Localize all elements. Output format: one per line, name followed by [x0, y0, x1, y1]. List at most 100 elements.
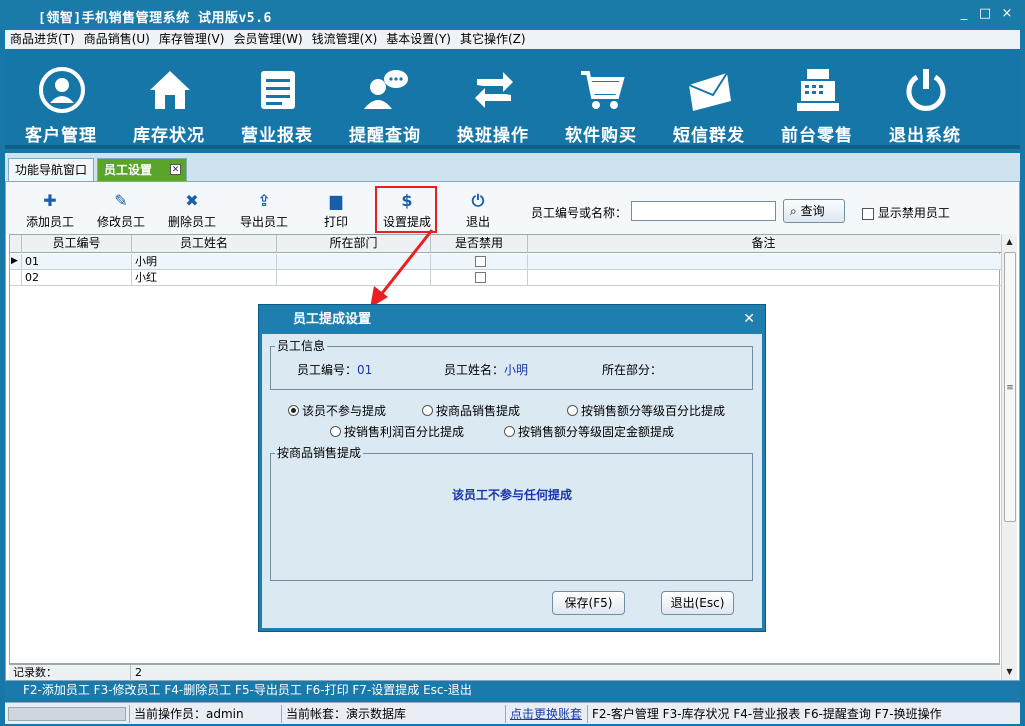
business-report-button[interactable]: 营业报表	[223, 49, 331, 149]
commission-dialog: 员工提成设置 ✕ 员工信息 员工编号：01 员工姓名：小明 所在部分： 该员不参…	[258, 304, 766, 632]
show-disabled-checkbox[interactable]: 显示禁用员工	[862, 204, 950, 221]
employee-toolbar: ✚ 添加员工 ✎ 修改员工 ✖ 删除员工 ⇪ 导出员工 ▆ 打印 $ 设置提成 …	[6, 182, 1019, 234]
no-commission-message: 该员工不参与任何提成	[451, 488, 572, 502]
tab-close-icon[interactable]: ✕	[170, 164, 181, 175]
add-employee-button[interactable]: ✚ 添加员工	[24, 192, 76, 230]
scroll-up-icon[interactable]: ▲	[1002, 234, 1017, 249]
power-icon: ⏻	[471, 191, 485, 210]
customer-manage-button[interactable]: 客户管理	[7, 49, 115, 149]
radio-by-product[interactable]: 按商品销售提成	[422, 402, 520, 419]
col-disabled[interactable]: 是否禁用	[431, 235, 528, 253]
window-title: [领智]手机销售管理系统 试用版v5.6	[38, 11, 272, 26]
commission-detail-legend: 按商品销售提成	[275, 446, 364, 460]
row-pointer-icon: ▶	[10, 254, 22, 270]
report-icon	[261, 71, 295, 109]
upload-icon: ⇪	[257, 191, 271, 210]
shift-change-button[interactable]: 换班操作	[439, 49, 547, 149]
department-label: 所在部分：	[602, 363, 663, 377]
scroll-down-icon[interactable]: ▼	[1002, 664, 1017, 679]
employee-id-label: 员工编号：	[297, 363, 358, 377]
radio-by-sales-tier-percent[interactable]: 按销售额分等级百分比提成	[567, 402, 725, 419]
shortcut-hint-bar: F2-添加员工 F3-修改员工 F4-删除员工 F5-导出员工 F6-打印 F7…	[5, 681, 1020, 700]
reminder-query-button[interactable]: 提醒查询	[331, 49, 439, 149]
employee-info-legend: 员工信息	[275, 339, 328, 353]
close-button[interactable]: ×	[998, 5, 1016, 23]
col-employee-name[interactable]: 员工姓名	[132, 235, 277, 253]
menu-settings[interactable]: 基本设置(Y)	[381, 30, 455, 49]
checkbox[interactable]	[862, 207, 874, 220]
cancel-button[interactable]: 退出(Esc)	[661, 591, 734, 615]
menu-sales[interactable]: 商品销售(U)	[79, 30, 154, 49]
maximize-button[interactable]: □	[976, 5, 994, 23]
table-header: 员工编号 员工姓名 所在部门 是否禁用 备注	[10, 235, 1001, 253]
print-icon: ▆	[329, 191, 343, 210]
search-label: 员工编号或名称：	[531, 206, 628, 220]
disabled-checkbox[interactable]	[475, 272, 486, 283]
search-button[interactable]: ⌕ 查询	[783, 199, 845, 223]
menu-bar: 商品进货(T) 商品销售(U) 库存管理(V) 会员管理(W) 钱流管理(X) 基本设置(…	[5, 30, 1020, 49]
employee-name-label: 员工姓名：	[444, 363, 505, 377]
menu-member[interactable]: 会员管理(W)	[228, 30, 306, 49]
record-count-value: 2	[135, 666, 142, 679]
chat-user-icon	[364, 70, 408, 109]
edit-employee-button[interactable]: ✎ 修改员工	[95, 192, 147, 230]
inventory-status-button[interactable]: 库存状况	[115, 49, 223, 149]
delete-icon: ✖	[185, 191, 199, 210]
disabled-checkbox[interactable]	[475, 256, 486, 267]
menu-other[interactable]: 其它操作(Z)	[455, 30, 530, 49]
tab-label: 员工设置	[104, 163, 153, 177]
dialog-title: 员工提成设置	[293, 312, 372, 327]
commission-detail-group: 按商品销售提成 该员工不参与任何提成	[270, 446, 753, 581]
status-bar: 当前操作员：admin 当前帐套：演示数据库 点击更换账套 F2-客户管理 F3…	[5, 702, 1020, 724]
menu-inventory[interactable]: 库存管理(V)	[154, 30, 229, 49]
purchase-software-button[interactable]: 软件购买	[547, 49, 655, 149]
radio-no-commission[interactable]: 该员不参与提成	[288, 402, 386, 419]
house-icon	[150, 71, 190, 109]
dialog-body: 员工信息 员工编号：01 员工姓名：小明 所在部分： 该员不参与提成 按商品销售…	[262, 334, 762, 628]
radio-by-profit-percent[interactable]: 按销售利润百分比提成	[330, 423, 464, 440]
power-icon	[906, 69, 946, 111]
pencil-icon: ✎	[114, 191, 128, 210]
col-employee-id[interactable]: 员工编号	[22, 235, 132, 253]
user-icon	[39, 67, 85, 113]
sms-broadcast-button[interactable]: 短信群发	[655, 49, 763, 149]
tab-strip: 功能导航窗口 员工设置 ✕	[5, 153, 1020, 181]
vertical-scrollbar[interactable]: ▲ ≡ ▼	[1001, 234, 1017, 680]
envelope-icon	[688, 72, 731, 111]
employee-name-value: 小明	[504, 363, 529, 377]
status-hotkeys: F2-客户管理 F3-库存状况 F4-营业报表 F6-提醒查询 F7-换班操作	[587, 705, 1018, 723]
switch-account-link[interactable]: 点击更换账套	[505, 705, 585, 723]
status-account: 当前帐套：演示数据库	[281, 705, 503, 723]
exit-button[interactable]: ⏻ 退出	[458, 192, 498, 230]
dialog-close-icon[interactable]: ✕	[743, 311, 755, 327]
progress-bar	[8, 707, 126, 721]
front-retail-button[interactable]: 前台零售	[763, 49, 871, 149]
print-button[interactable]: ▆ 打印	[316, 192, 356, 230]
table-row[interactable]: ▶ 01 小明	[10, 254, 1001, 270]
delete-employee-button[interactable]: ✖ 删除员工	[166, 192, 218, 230]
tab-employee-settings[interactable]: 员工设置 ✕	[97, 158, 187, 181]
col-note[interactable]: 备注	[528, 235, 999, 253]
employee-info-group: 员工信息 员工编号：01 员工姓名：小明 所在部分：	[270, 339, 753, 390]
minimize-button[interactable]: _	[955, 5, 973, 23]
title-bar: [领智]手机销售管理系统 试用版v5.6 _ □ ×	[0, 0, 1025, 30]
exit-system-button[interactable]: 退出系统	[871, 49, 979, 149]
search-icon: ⌕	[790, 204, 797, 218]
export-employee-button[interactable]: ⇪ 导出员工	[238, 192, 290, 230]
swap-icon	[475, 72, 513, 108]
table-row[interactable]: 02 小红	[10, 270, 1001, 286]
search-input[interactable]	[631, 201, 776, 221]
annotation-arrow-icon	[370, 229, 434, 308]
save-button[interactable]: 保存(F5)	[552, 591, 625, 615]
menu-cashflow[interactable]: 钱流管理(X)	[307, 30, 382, 49]
main-toolbar: 客户管理 库存状况 营业报表 提醒查询 换班操作 软件购买 短信群发 前台零售 …	[5, 49, 1020, 149]
status-operator: 当前操作员：admin	[129, 705, 279, 723]
tab-nav-window[interactable]: 功能导航窗口	[8, 158, 94, 181]
radio-by-sales-tier-fixed[interactable]: 按销售额分等级固定金额提成	[504, 423, 674, 440]
menu-purchase[interactable]: 商品进货(T)	[5, 30, 79, 49]
cart-icon	[581, 71, 625, 109]
scroll-thumb[interactable]: ≡	[1004, 252, 1016, 522]
table-footer: 记录数： 2	[9, 664, 1000, 681]
cash-register-icon	[797, 69, 839, 111]
record-count-label: 记录数：	[9, 665, 131, 681]
